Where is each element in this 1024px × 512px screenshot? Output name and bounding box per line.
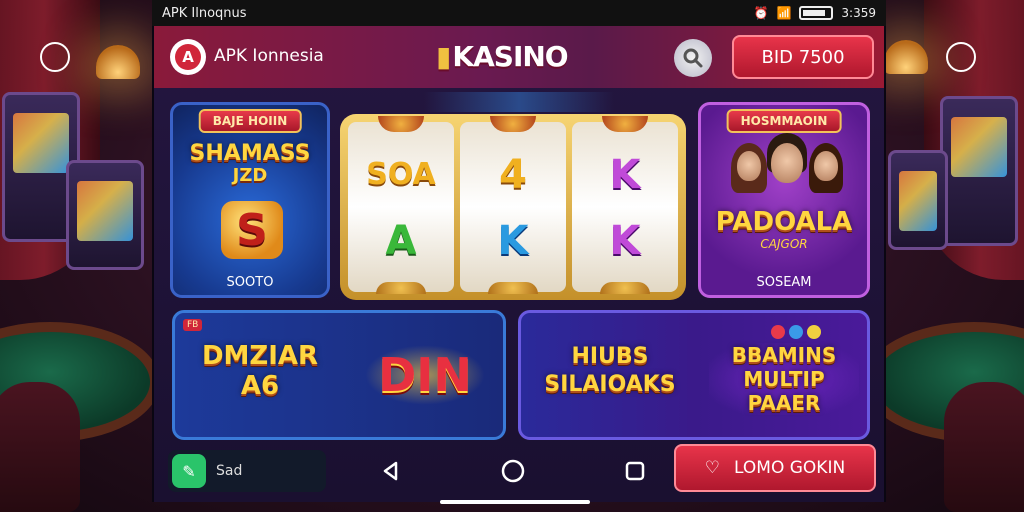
app-logo-text: KASINO (452, 40, 568, 73)
lamp-left (96, 45, 140, 79)
tile-title: HIUBS SILAIOAKS (544, 344, 676, 397)
nav-back-button[interactable] (376, 456, 406, 486)
alarm-icon: ⏰ (753, 6, 769, 20)
players-avatar-group (723, 133, 847, 203)
login-button[interactable]: ♡ LOMO GOKIN (674, 444, 876, 492)
lamp-right (884, 40, 928, 74)
search-icon (683, 48, 703, 68)
logo-mark-icon: ▮ (436, 40, 451, 73)
search-button[interactable] (674, 39, 712, 77)
tile-ribbon: HOSMMAOIN (726, 109, 842, 133)
reel-symbol: SOA (366, 157, 436, 192)
login-label: LOMO GOKIN (734, 458, 846, 478)
game-tile-dmziar[interactable]: FB DMZIAR A6 DIN (172, 310, 506, 440)
tile-badge: DIN (365, 345, 485, 405)
balance-button[interactable]: BID 7500 (732, 35, 874, 79)
heart-icon: ♡ (704, 458, 721, 478)
reel-2: 4 K (460, 116, 566, 294)
app-logo: ▮KASINO (436, 40, 569, 73)
gem-icon (771, 325, 785, 339)
game-tile-padoala[interactable]: HOSMMAOIN PADOALA CAJGOR SOSEAM (698, 102, 870, 298)
reel-symbol: K (497, 218, 529, 264)
reel-symbol: K (609, 218, 641, 264)
status-time: 3:359 (841, 6, 876, 20)
reel-symbol: 4 (499, 152, 527, 198)
tile-caption: SOOTO (226, 275, 274, 290)
status-bar: APK Ilnoqnus ⏰ 📶 3:359 (152, 0, 886, 26)
back-triangle-icon (383, 461, 398, 481)
reel-cap-icon (378, 116, 424, 132)
slot-machine-bg (888, 150, 948, 250)
nav-home-button[interactable] (498, 456, 528, 486)
slot-machine-bg (940, 96, 1018, 246)
app-window: A APK Ionnesia ▮KASINO BID 7500 BAJE HOI… (152, 26, 886, 504)
brand-name: APK Ionnesia (214, 46, 324, 66)
reel-symbol: K (609, 152, 641, 198)
tile-subtitle: JZD (232, 165, 268, 186)
chat-button[interactable]: ✎ Sad (168, 450, 326, 492)
banner-strip (424, 92, 614, 112)
brand-logo[interactable]: A (170, 39, 206, 75)
tile-ribbon: BAJE HOIIN (198, 109, 302, 133)
home-indicator[interactable] (440, 500, 590, 504)
reel-cap-icon (600, 282, 650, 294)
tile-subtitle: CAJGOR (760, 237, 808, 251)
tile-caption: SOSEAM (756, 275, 812, 290)
tile-title: DMZIAR A6 (201, 341, 319, 401)
nav-recent-button[interactable] (620, 456, 650, 486)
reel-cap-icon (602, 116, 648, 132)
tile-title: PADOALA (715, 207, 853, 237)
home-circle-icon (501, 459, 525, 483)
slot-reels-tile[interactable]: SOA A 4 K K K (340, 114, 686, 300)
menu-circle-icon[interactable] (946, 42, 976, 72)
game-tile-multiplayer[interactable]: HIUBS SILAIOAKS BBAMINS MULTIP PAAER (518, 310, 870, 440)
app-header: A APK Ionnesia ▮KASINO BID 7500 (154, 26, 884, 88)
wifi-icon: 📶 (776, 6, 792, 20)
tile-title: SHAMASS (189, 141, 311, 166)
reel-symbol: A (385, 218, 417, 264)
slot-machine-bg (66, 160, 144, 270)
reel-cap-icon (488, 282, 538, 294)
brand-logo-icon: A (175, 44, 201, 70)
reel-3: K K (572, 116, 678, 294)
game-tile-shamass[interactable]: BAJE HOIIN SHAMASS JZD S SOOTO (170, 102, 330, 298)
coin-icon: S (221, 201, 283, 259)
bottom-bar: ✎ Sad ♡ LOMO GOKIN (154, 444, 884, 502)
battery-icon (799, 6, 834, 20)
back-circle-icon[interactable] (40, 42, 70, 72)
chat-icon: ✎ (172, 454, 206, 488)
gem-icon (789, 325, 803, 339)
reel-cap-icon (376, 282, 426, 294)
recent-square-icon (625, 461, 645, 481)
tile-tag: FB (183, 319, 203, 331)
status-carrier: APK Ilnoqnus (162, 5, 247, 21)
chat-label: Sad (216, 463, 243, 479)
chair-left (0, 382, 80, 512)
tile-badge: BBAMINS MULTIP PAAER (709, 343, 859, 415)
reel-1: SOA A (348, 116, 454, 294)
reel-cap-icon (490, 116, 536, 132)
gem-icon (807, 325, 821, 339)
chair-right (944, 382, 1024, 512)
